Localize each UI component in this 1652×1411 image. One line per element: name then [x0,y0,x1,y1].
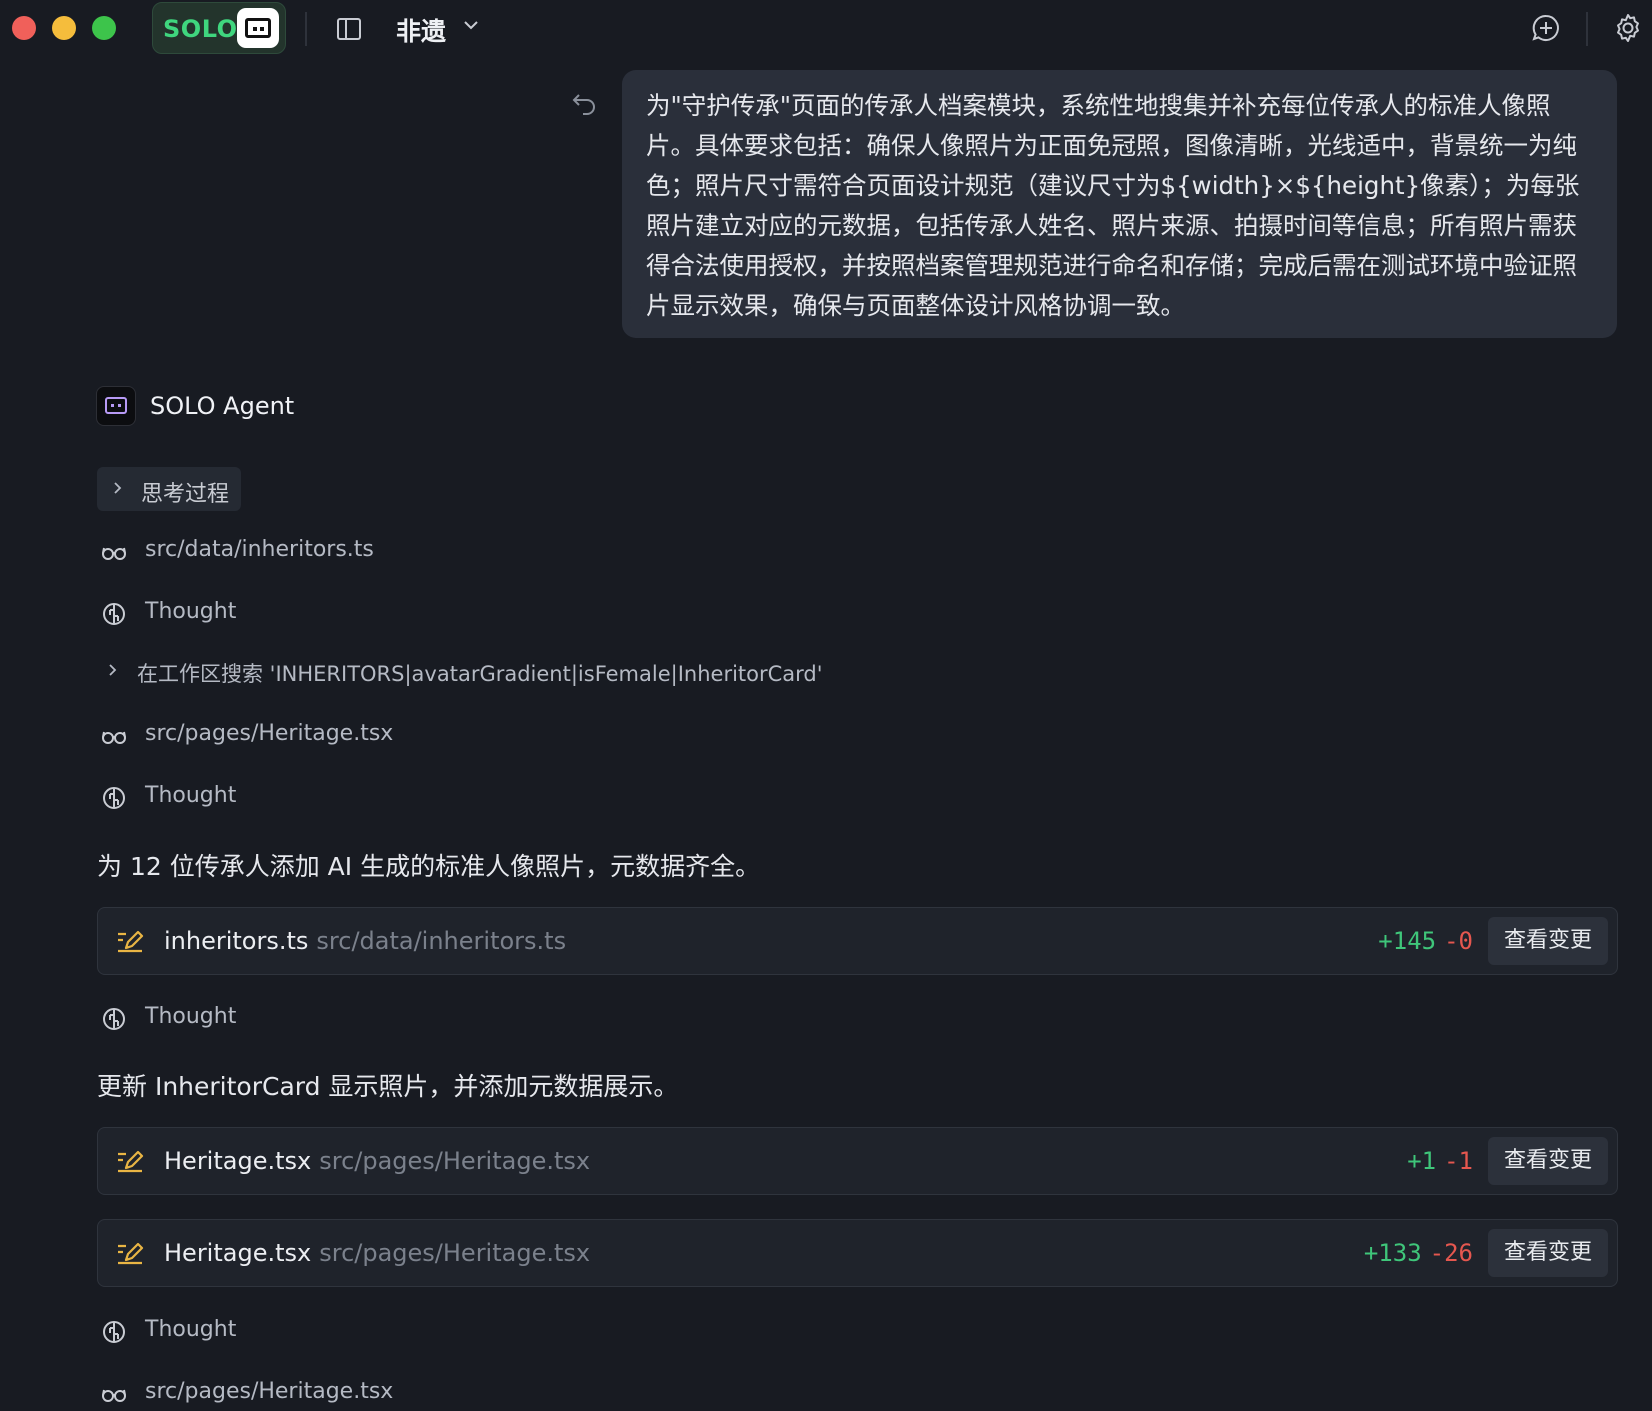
chevron-down-icon[interactable] [460,14,482,36]
solo-logo-icon [237,8,279,48]
view-changes-button[interactable]: 查看变更 [1488,1137,1608,1185]
thinking-process-toggle[interactable]: 思考过程 [97,467,241,511]
file-name: inheritors.ts src/data/inheritors.ts [164,927,567,955]
lines-removed: -1 [1444,1147,1473,1175]
thinking-process-label: 思考过程 [141,482,230,507]
sidebar-toggle-icon[interactable] [334,14,364,44]
chevron-right-icon [109,664,117,676]
new-chat-icon[interactable] [1530,12,1562,44]
view-changes-button[interactable]: 查看变更 [1488,1229,1608,1277]
gear-icon[interactable] [1612,12,1644,44]
edit-file-icon [118,1242,144,1265]
step-label: Thought [145,599,237,624]
file-change-card[interactable]: Heritage.tsx src/pages/Heritage.tsx +133-… [97,1219,1618,1287]
lines-removed: -0 [1444,927,1473,955]
close-window-button[interactable] [12,16,36,40]
step-label: src/data/inheritors.ts [145,537,374,562]
edit-file-icon [118,930,144,953]
agent-summary-text: 更新 InheritorCard 显示照片，并添加元数据展示。 [97,1072,679,1101]
glasses-icon [102,1389,126,1402]
file-path: src/pages/Heritage.tsx [319,1239,591,1267]
agent-avatar-icon [96,386,136,426]
file-path: src/data/inheritors.ts [316,927,567,955]
file-change-card[interactable]: inheritors.ts src/data/inheritors.ts +145… [97,907,1618,975]
file-change-card[interactable]: Heritage.tsx src/pages/Heritage.tsx +1 -1 … [97,1127,1618,1195]
edit-file-icon [118,1150,144,1173]
step-label: src/pages/Heritage.tsx [145,721,394,746]
diff-stats: +145 -0 [1378,927,1473,955]
undo-icon[interactable] [570,88,598,116]
lines-added: +1 [1407,1147,1437,1175]
brain-icon [103,603,125,625]
title-bar: SOLO 非遗 [0,0,1652,58]
step-label: src/pages/Heritage.tsx [145,1379,394,1404]
glasses-icon [102,731,126,744]
solo-brand-label: SOLO [163,15,238,43]
step-label: Thought [145,1317,237,1342]
minimize-window-button[interactable] [52,16,76,40]
brain-icon [103,1321,125,1343]
agent-summary-text: 为 12 位传承人添加 AI 生成的标准人像照片，元数据齐全。 [97,852,761,881]
solo-mode-badge[interactable]: SOLO [152,2,286,54]
view-changes-button[interactable]: 查看变更 [1488,917,1608,965]
file-name: Heritage.tsx src/pages/Heritage.tsx [164,1147,591,1175]
file-path: src/pages/Heritage.tsx [319,1147,591,1175]
file-name: Heritage.tsx src/pages/Heritage.tsx [164,1239,591,1267]
diff-stats: +133 -26 [1364,1239,1473,1267]
project-name[interactable]: 非遗 [396,12,446,48]
user-message-bubble: 为"守护传承"页面的传承人档案模块，系统性地搜集并补充每位传承人的标准人像照片。… [622,70,1617,338]
maximize-window-button[interactable] [92,16,116,40]
chevron-right-icon [114,482,122,494]
lines-added: +133 [1363,1239,1422,1267]
lines-added: +145 [1378,927,1437,955]
brain-icon [103,1008,125,1030]
titlebar-divider [1586,12,1588,46]
titlebar-divider [305,12,307,46]
step-label: Thought [145,1004,237,1029]
glasses-icon [102,547,126,560]
lines-removed: -26 [1429,1239,1473,1267]
agent-name: SOLO Agent [150,392,295,420]
step-label: 在工作区搜索 'INHERITORS|avatarGradient|isFema… [137,662,823,686]
diff-stats: +1 -1 [1407,1147,1473,1175]
step-label: Thought [145,783,237,808]
brain-icon [103,787,125,809]
